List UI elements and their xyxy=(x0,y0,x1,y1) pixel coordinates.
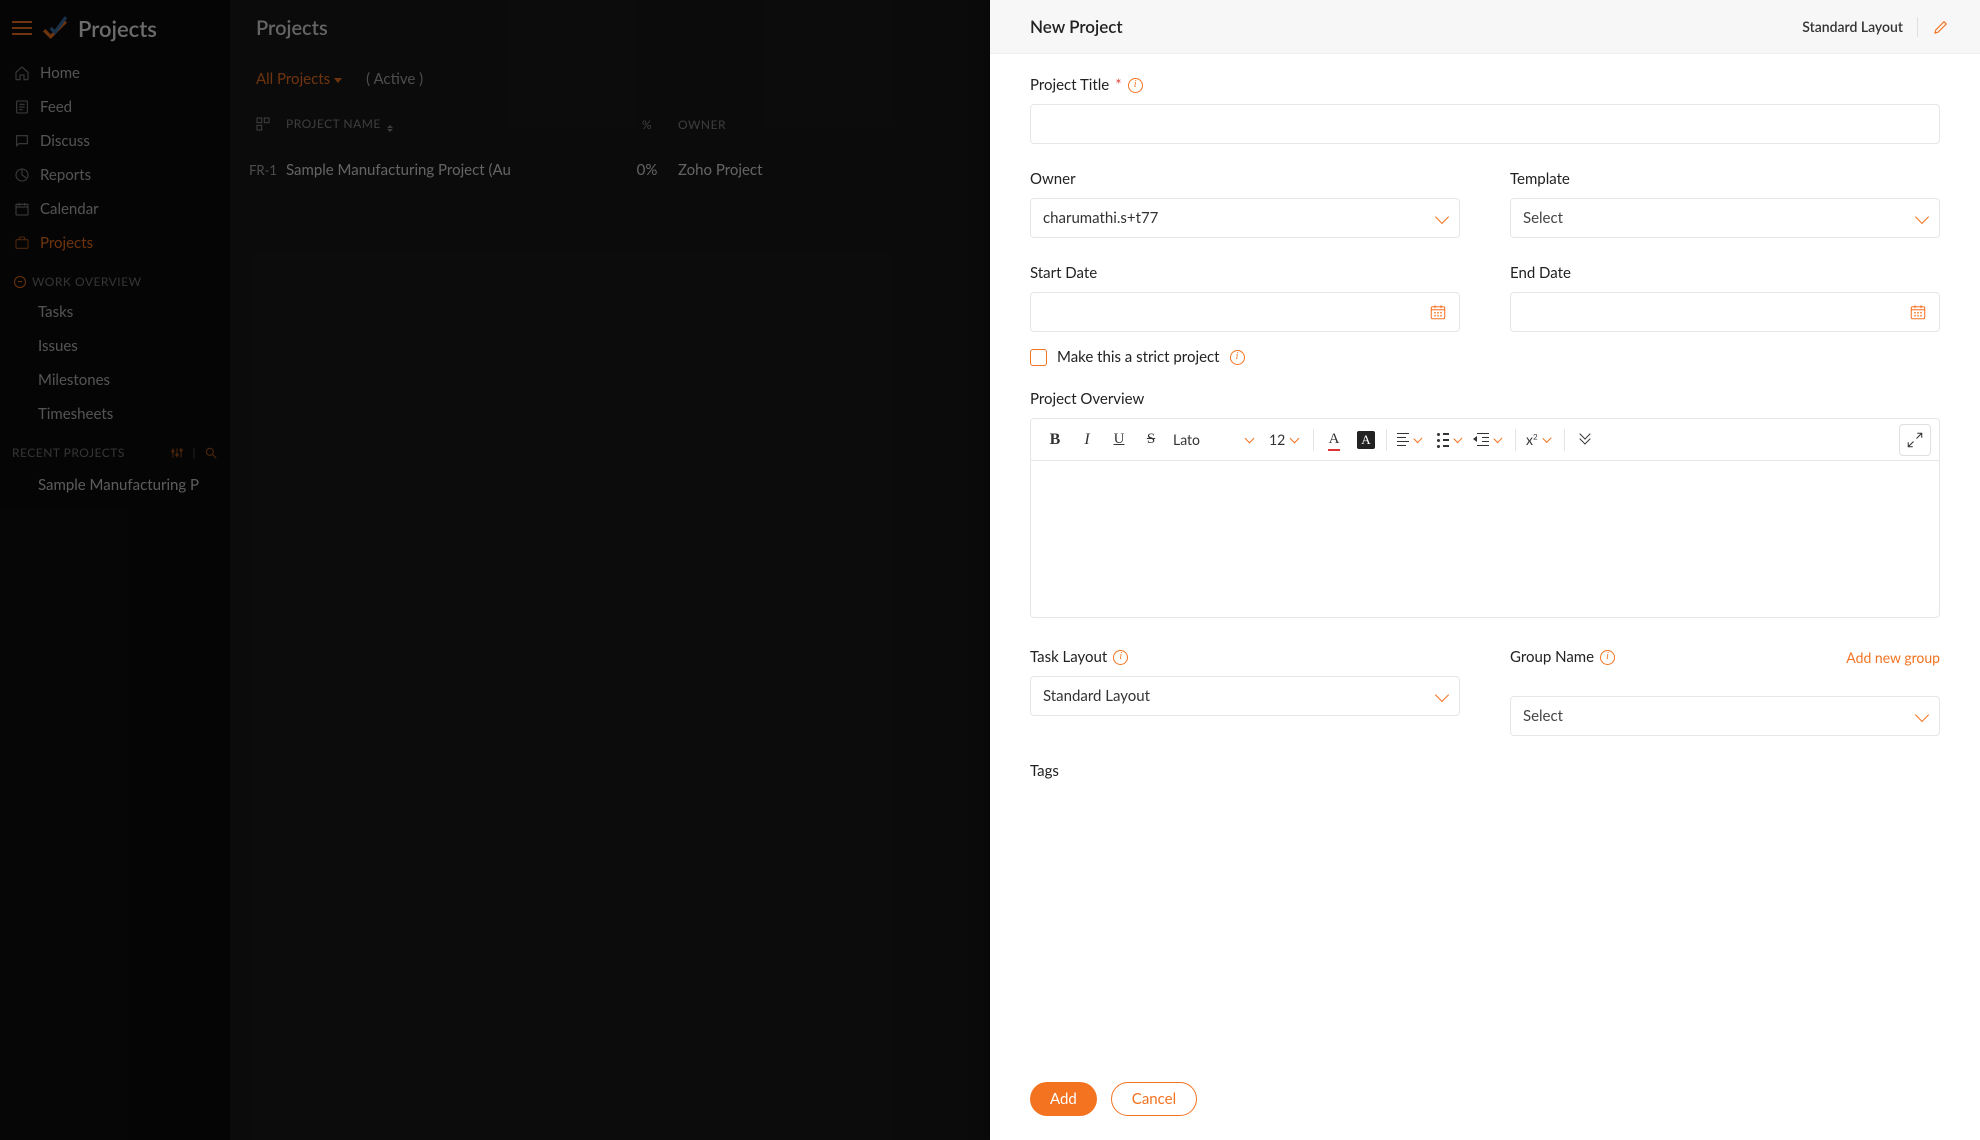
more-tools-button[interactable] xyxy=(1569,424,1601,456)
add-new-group-link[interactable]: Add new group xyxy=(1846,649,1940,666)
field-template: Template Select xyxy=(1510,170,1940,238)
bold-button[interactable]: B xyxy=(1039,424,1071,456)
end-date-text[interactable] xyxy=(1523,303,1909,321)
edit-layout-icon[interactable] xyxy=(1932,18,1950,36)
strict-project-checkbox[interactable]: Make this a strict project i xyxy=(1030,348,1940,366)
chevron-down-icon xyxy=(1915,209,1929,223)
project-title-text[interactable] xyxy=(1043,115,1927,133)
field-project-title: Project Title* i xyxy=(1030,76,1940,144)
owner-select[interactable]: charumathi.s+t77 xyxy=(1030,198,1460,238)
template-select[interactable]: Select xyxy=(1510,198,1940,238)
info-icon[interactable]: i xyxy=(1113,650,1128,665)
label-tags: Tags xyxy=(1030,762,1940,780)
divider xyxy=(1564,429,1565,451)
chevron-down-icon xyxy=(1435,687,1449,701)
field-owner: Owner charumathi.s+t77 xyxy=(1030,170,1460,238)
label-group-name: Group Namei xyxy=(1510,648,1615,666)
label-end-date: End Date xyxy=(1510,264,1940,282)
text-color-button[interactable]: A xyxy=(1318,424,1350,456)
chevron-down-icon xyxy=(1435,209,1449,223)
superscript-icon: x2 xyxy=(1526,431,1538,448)
group-name-select[interactable]: Select xyxy=(1510,696,1940,736)
layout-selector[interactable]: Standard Layout xyxy=(1802,18,1903,35)
label-template: Template xyxy=(1510,170,1940,188)
divider xyxy=(1917,17,1918,37)
label-owner: Owner xyxy=(1030,170,1460,188)
field-group-name: Group Namei Add new group Select xyxy=(1510,648,1940,736)
expand-editor-button[interactable] xyxy=(1899,424,1931,456)
field-end-date: End Date xyxy=(1510,264,1940,332)
chevron-down-icon xyxy=(1290,434,1300,444)
group-name-value: Select xyxy=(1523,707,1563,725)
indent-select[interactable] xyxy=(1471,424,1511,456)
end-date-input[interactable] xyxy=(1510,292,1940,332)
info-icon[interactable]: i xyxy=(1128,78,1143,93)
panel-body: Project Title* i Owner charumathi.s+t77 … xyxy=(990,54,1980,1082)
label-task-layout: Task Layouti xyxy=(1030,648,1460,666)
project-title-input[interactable] xyxy=(1030,104,1940,144)
align-icon xyxy=(1397,433,1409,447)
rte-toolbar: B I U S Lato 12 A A x2 xyxy=(1031,419,1939,461)
field-overview: Project Overview B I U S Lato 12 A A xyxy=(1030,390,1940,618)
strike-button[interactable]: S xyxy=(1135,424,1167,456)
chevron-down-icon xyxy=(1915,707,1929,721)
template-value: Select xyxy=(1523,209,1563,227)
info-icon[interactable]: i xyxy=(1600,650,1615,665)
calendar-icon[interactable] xyxy=(1909,303,1927,321)
strict-label: Make this a strict project xyxy=(1057,348,1220,366)
task-layout-select[interactable]: Standard Layout xyxy=(1030,676,1460,716)
label-overview: Project Overview xyxy=(1030,390,1940,408)
chevron-down-icon xyxy=(1542,434,1551,443)
label-project-title: Project Title* i xyxy=(1030,76,1940,94)
start-date-input[interactable] xyxy=(1030,292,1460,332)
required-marker: * xyxy=(1115,76,1121,94)
divider xyxy=(1386,429,1387,451)
panel-header: New Project Standard Layout xyxy=(990,0,1980,54)
start-date-text[interactable] xyxy=(1043,303,1429,321)
label-start-date: Start Date xyxy=(1030,264,1460,282)
script-select[interactable]: x2 xyxy=(1520,424,1560,456)
expand-icon xyxy=(1906,431,1924,449)
field-start-date: Start Date xyxy=(1030,264,1460,332)
chevron-down-icon xyxy=(1245,434,1255,444)
indent-icon xyxy=(1477,433,1489,447)
group-name-label-row: Group Namei Add new group xyxy=(1510,648,1940,666)
chevron-down-icon xyxy=(1454,434,1463,443)
panel-title: New Project xyxy=(1030,16,1123,37)
add-button[interactable]: Add xyxy=(1030,1082,1097,1116)
chevron-down-icon xyxy=(1494,434,1503,443)
font-family-select[interactable]: Lato xyxy=(1167,424,1263,456)
calendar-icon[interactable] xyxy=(1429,303,1447,321)
task-layout-value: Standard Layout xyxy=(1043,687,1150,705)
divider xyxy=(1515,429,1516,451)
owner-value: charumathi.s+t77 xyxy=(1043,209,1158,227)
font-size-select[interactable]: 12 xyxy=(1263,424,1309,456)
panel-footer: Add Cancel xyxy=(990,1082,1980,1140)
rich-text-editor: B I U S Lato 12 A A x2 xyxy=(1030,418,1940,618)
align-select[interactable] xyxy=(1391,424,1431,456)
more-icon xyxy=(1578,435,1592,445)
chevron-down-icon xyxy=(1414,434,1423,443)
field-tags: Tags xyxy=(1030,762,1940,780)
italic-button[interactable]: I xyxy=(1071,424,1103,456)
new-project-panel: New Project Standard Layout Project Titl… xyxy=(990,0,1980,1140)
list-select[interactable] xyxy=(1431,424,1471,456)
rte-body[interactable] xyxy=(1031,461,1939,617)
divider xyxy=(1313,429,1314,451)
list-icon xyxy=(1437,433,1449,447)
checkbox-icon xyxy=(1030,349,1047,366)
underline-button[interactable]: U xyxy=(1103,424,1135,456)
info-icon[interactable]: i xyxy=(1230,350,1245,365)
highlight-color-button[interactable]: A xyxy=(1350,424,1382,456)
field-task-layout: Task Layouti Standard Layout xyxy=(1030,648,1460,736)
cancel-button[interactable]: Cancel xyxy=(1111,1082,1197,1116)
